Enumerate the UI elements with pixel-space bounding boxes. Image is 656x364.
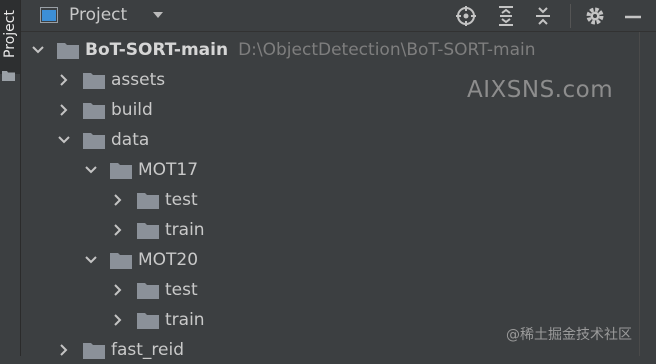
- tree-item-label: train: [165, 310, 205, 330]
- folder-icon: [83, 73, 105, 89]
- tree-item-label: MOT20: [138, 250, 199, 270]
- chevron-right-icon[interactable]: [111, 223, 125, 237]
- tree-item-label: build: [111, 100, 153, 120]
- folder-icon: [110, 163, 132, 179]
- tree-item-label: MOT17: [138, 160, 199, 180]
- tree-item-data[interactable]: data: [57, 126, 149, 154]
- folder-icon: [2, 71, 15, 81]
- tree-item-mot20-train[interactable]: train: [111, 306, 205, 334]
- tree-item-build[interactable]: build: [57, 96, 153, 124]
- folder-icon: [137, 283, 159, 299]
- tree-item-mot17-test[interactable]: test: [111, 186, 198, 214]
- project-toolbar: Project: [21, 0, 656, 32]
- tree-item-label: train: [165, 220, 205, 240]
- chevron-down-icon[interactable]: [57, 133, 71, 147]
- chevron-down-icon[interactable]: [84, 163, 98, 177]
- tree-item-mot17-train[interactable]: train: [111, 216, 205, 244]
- chevron-right-icon[interactable]: [57, 73, 71, 87]
- chevron-down-icon[interactable]: [31, 43, 45, 57]
- tree-item-label: assets: [111, 70, 166, 90]
- folder-icon: [57, 43, 79, 59]
- watermark-text: AIXSNS.com: [467, 77, 614, 103]
- tool-window-strip: Project: [0, 0, 21, 356]
- chevron-down-icon[interactable]: [151, 8, 165, 22]
- toolbar-separator: [570, 4, 571, 28]
- chevron-right-icon[interactable]: [57, 103, 71, 117]
- project-window-icon: [40, 7, 58, 23]
- tree-item-mot17[interactable]: MOT17: [84, 156, 198, 184]
- root-folder-path: D:\ObjectDetection\BoT-SORT-main: [238, 40, 536, 60]
- tree-item-mot20-test[interactable]: test: [111, 276, 198, 304]
- view-selector-title[interactable]: Project: [69, 5, 127, 25]
- tree-item-label: data: [111, 130, 150, 150]
- folder-icon: [137, 193, 159, 209]
- tree-root[interactable]: BoT-SORT-main D:\ObjectDetection\BoT-SOR…: [31, 36, 536, 64]
- project-tool-tab[interactable]: Project: [0, 0, 20, 74]
- expand-all-icon[interactable]: [495, 5, 517, 27]
- folder-icon: [83, 343, 105, 359]
- tree-item-label: test: [165, 190, 198, 210]
- project-tool-tab-label: Project: [2, 10, 18, 58]
- tree-item-label: test: [165, 280, 198, 300]
- tree-item-fast-reid[interactable]: fast_reid: [57, 336, 184, 364]
- tree-item-assets[interactable]: assets: [57, 66, 165, 94]
- chevron-right-icon[interactable]: [57, 343, 71, 357]
- folder-icon: [137, 313, 159, 329]
- chevron-right-icon[interactable]: [111, 283, 125, 297]
- chevron-down-icon[interactable]: [84, 253, 98, 267]
- gear-icon[interactable]: [584, 5, 606, 27]
- folder-icon: [137, 223, 159, 239]
- folder-icon: [110, 253, 132, 269]
- tree-item-label: fast_reid: [111, 340, 185, 360]
- collapse-all-icon[interactable]: [532, 5, 554, 27]
- chevron-right-icon[interactable]: [111, 193, 125, 207]
- folder-icon: [83, 103, 105, 119]
- tree-item-mot20[interactable]: MOT20: [84, 246, 198, 274]
- credit-text: @稀土掘金技术社区: [506, 327, 632, 343]
- chevron-right-icon[interactable]: [111, 313, 125, 327]
- minimize-icon[interactable]: [622, 5, 644, 27]
- scrollbar-track[interactable]: [639, 32, 640, 356]
- locate-icon[interactable]: [455, 5, 477, 27]
- root-folder-name: BoT-SORT-main: [85, 40, 229, 60]
- folder-icon: [83, 133, 105, 149]
